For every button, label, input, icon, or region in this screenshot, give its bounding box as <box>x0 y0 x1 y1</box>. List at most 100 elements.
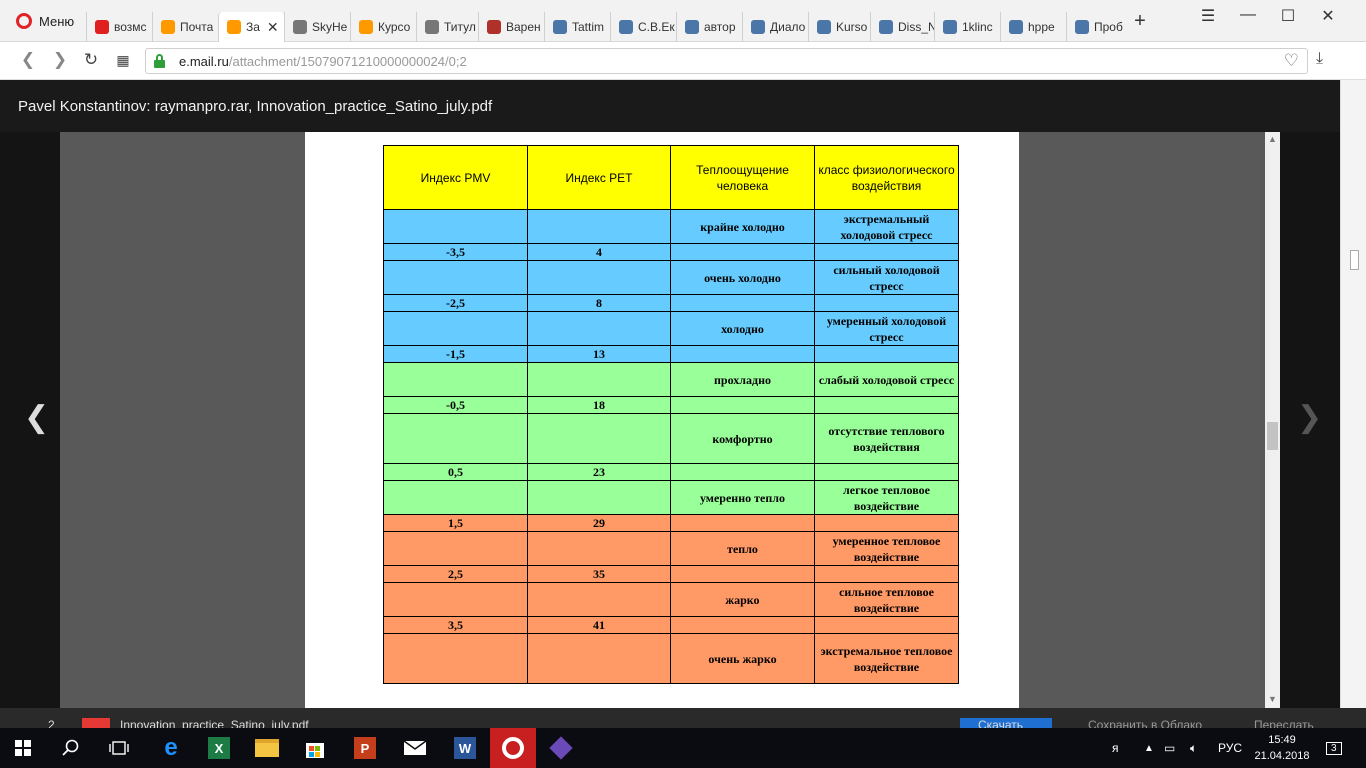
header-sensation: Теплоощущение человека <box>670 145 815 210</box>
clock[interactable]: 15:49 21.04.2018 <box>1252 732 1312 764</box>
scrollbar-thumb[interactable] <box>1350 250 1359 270</box>
cell-pet: 4 <box>527 243 671 261</box>
new-tab-icon[interactable]: + <box>1120 10 1160 33</box>
cell-pet <box>527 413 671 464</box>
url-field[interactable]: e.mail.ru/attachment/1507907121000000002… <box>145 48 1308 74</box>
cell-pmv <box>383 311 528 346</box>
tab-label: Kurso <box>836 20 868 34</box>
cell-feel: холодно <box>670 311 815 346</box>
cell-pet: 41 <box>527 616 671 634</box>
store-icon[interactable] <box>292 728 338 768</box>
people-icon[interactable]: ᴙ <box>1112 728 1119 768</box>
tray-expand-icon[interactable]: ▲ <box>1144 728 1154 768</box>
tab-label: За <box>246 20 260 34</box>
cell-pet: 29 <box>527 514 671 532</box>
browser-tab[interactable]: Титул <box>416 12 478 42</box>
browser-tab[interactable]: Диало <box>742 12 808 42</box>
cell-pmv <box>383 413 528 464</box>
cell-feel <box>670 514 815 532</box>
opera-taskbar-icon[interactable] <box>490 728 536 768</box>
cell-pet <box>527 531 671 566</box>
cell-class: слабый холодовой стресс <box>814 362 959 397</box>
cell-pet: 8 <box>527 294 671 312</box>
language-indicator[interactable]: РУС <box>1218 728 1242 768</box>
browser-tab[interactable]: Проб <box>1066 12 1128 42</box>
mail-icon[interactable] <box>392 728 438 768</box>
volume-icon[interactable]: 🔈︎ <box>1190 728 1197 768</box>
browser-tab[interactable]: 1klinc <box>934 12 1000 42</box>
table-row: 3,5 41 <box>383 616 959 634</box>
download-icon[interactable]: ⤓ <box>1316 50 1323 68</box>
pmv-pet-table: Индекс PMV Индекс PET Теплоощущение чело… <box>383 145 959 684</box>
browser-tab[interactable]: С.В.Ек <box>610 12 676 42</box>
windows-start-icon[interactable] <box>0 728 46 768</box>
table-row: 2,5 35 <box>383 565 959 583</box>
cell-class <box>814 294 959 312</box>
notifications-icon[interactable]: 3 <box>1326 728 1342 768</box>
cell-pmv <box>383 582 528 617</box>
powerpoint-icon[interactable]: P <box>342 728 388 768</box>
lock-icon <box>154 54 165 68</box>
pdf-scrollbar[interactable]: ▲ ▼ <box>1265 132 1280 708</box>
cell-pmv: -1,5 <box>383 345 528 363</box>
close-tab-icon[interactable]: ✕ <box>267 19 279 36</box>
browser-tab[interactable]: Kurso <box>808 12 870 42</box>
close-window-icon[interactable]: ✕ <box>1308 6 1348 26</box>
minimize-icon[interactable]: — <box>1228 6 1268 24</box>
cell-pet <box>527 633 671 684</box>
browser-tab[interactable]: SkyHe <box>284 12 350 42</box>
scroll-down-icon[interactable]: ▼ <box>1268 694 1277 704</box>
browser-tab[interactable]: Tattim <box>544 12 610 42</box>
browser-tab[interactable]: Diss_N <box>870 12 934 42</box>
heart-bookmark-icon[interactable]: ♡ <box>1284 51 1299 71</box>
search-icon[interactable] <box>48 728 94 768</box>
tab-label: Титул <box>444 20 476 34</box>
tab-label: hppe <box>1028 20 1055 34</box>
file-explorer-icon[interactable] <box>244 728 290 768</box>
scroll-up-icon[interactable]: ▲ <box>1268 134 1277 144</box>
browser-tab[interactable]: За ✕ <box>218 12 284 42</box>
tab-menu-icon[interactable]: ☰ <box>1188 6 1228 26</box>
forward-button[interactable]: ❯ <box>48 50 72 70</box>
network-icon[interactable]: ▭ <box>1164 728 1175 768</box>
edge-icon[interactable]: e <box>148 728 194 768</box>
back-button[interactable]: ❮ <box>16 50 40 70</box>
opera-menu-button[interactable]: Меню <box>0 0 86 42</box>
reload-button[interactable]: ↻ <box>79 50 103 70</box>
cell-class: отсутствие теплового воздействия <box>814 413 959 464</box>
prev-page-icon[interactable]: ❮ <box>24 400 49 435</box>
task-view-icon[interactable] <box>96 728 142 768</box>
word-icon[interactable]: W <box>442 728 488 768</box>
table-row: -2,5 8 <box>383 294 959 312</box>
cell-feel: умеренно тепло <box>670 480 815 515</box>
browser-tab[interactable]: Почта <box>152 12 218 42</box>
vk-icon <box>1009 20 1023 34</box>
vk-icon <box>943 20 957 34</box>
next-page-icon[interactable]: ❯ <box>1297 400 1322 435</box>
browser-tab[interactable]: Варен <box>478 12 544 42</box>
cell-class: легкое тепловое воздействие <box>814 480 959 515</box>
cell-class <box>814 396 959 414</box>
cell-pmv: -3,5 <box>383 243 528 261</box>
scroll-thumb[interactable] <box>1267 422 1278 450</box>
browser-tab[interactable]: Курсо <box>350 12 412 42</box>
table-row: тепло умеренное тепловое воздействие <box>383 531 959 566</box>
excel-icon[interactable]: X <box>196 728 242 768</box>
address-bar: ❮ ❯ ↻ ▦ e.mail.ru/attachment/15079071210… <box>0 42 1366 80</box>
cell-pet: 13 <box>527 345 671 363</box>
notification-count: 3 <box>1326 741 1342 755</box>
speed-dial-icon[interactable]: ▦ <box>111 52 135 69</box>
table-row: -1,5 13 <box>383 345 959 363</box>
document-icon <box>293 20 307 34</box>
table-row: комфортно отсутствие теплового воздействи… <box>383 413 959 464</box>
table-row: -3,5 4 <box>383 243 959 261</box>
cell-feel: тепло <box>670 531 815 566</box>
browser-right-scrollbar[interactable] <box>1340 80 1366 710</box>
browser-tab[interactable]: hppe <box>1000 12 1066 42</box>
vk-icon <box>1075 20 1089 34</box>
browser-tab[interactable]: возмс <box>86 12 152 42</box>
browser-tab[interactable]: автор <box>676 12 742 42</box>
cell-class: сильное тепловое воздействие <box>814 582 959 617</box>
maximize-icon[interactable]: ☐ <box>1268 6 1308 26</box>
app-taskbar-icon[interactable] <box>538 728 584 768</box>
